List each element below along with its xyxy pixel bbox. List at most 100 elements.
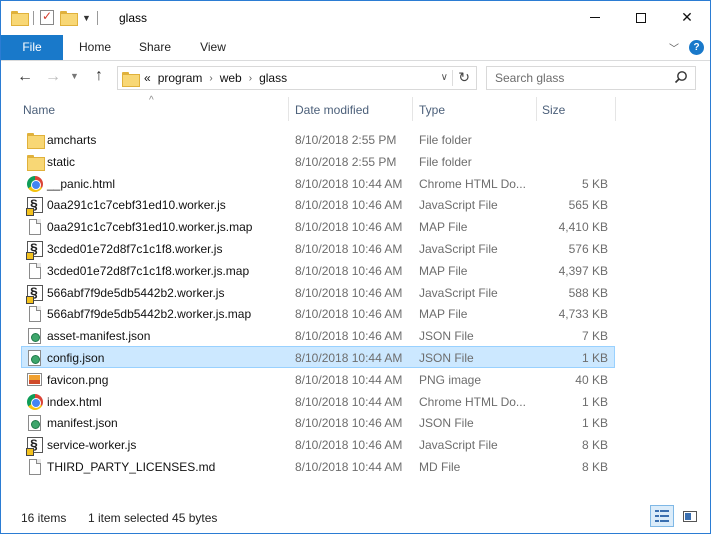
file-explorer-window: ▼ glass ✕ File Home Share View ﹀ ? ← → ▼… [0,0,711,534]
file-size: 7 KB [581,329,608,344]
file-date-modified: 8/10/2018 10:46 AM [295,198,403,213]
file-size: 565 KB [568,198,608,213]
help-icon[interactable]: ? [689,40,704,55]
file-type: PNG image [419,372,482,387]
view-switcher [650,505,702,527]
tab-home[interactable]: Home [67,35,123,60]
column-header-type[interactable]: Type [419,103,445,121]
file-type: JSON File [419,329,474,344]
file-row[interactable]: 0aa291c1c7cebf31ed10.worker.js 8/10/2018 … [21,193,615,217]
file-row[interactable]: 566abf7f9de5db5442b2.worker.js 8/10/2018 … [21,281,615,304]
file-type: JavaScript File [419,438,498,453]
new-folder-icon[interactable] [60,11,78,26]
file-row[interactable]: THIRD_PARTY_LICENSES.md 8/10/2018 10:44 A… [21,455,615,477]
breadcrumb-item-program[interactable]: program [158,71,203,85]
up-arrow-icon[interactable]: ↑ [95,67,103,85]
quick-access-toolbar: ▼ [11,9,98,26]
back-arrow-icon[interactable]: ← [17,68,33,86]
column-divider[interactable] [536,97,537,121]
file-name: static [47,154,76,169]
file-row[interactable]: 3cded01e72d8f7c1c1f8.worker.js 8/10/2018 … [21,237,615,260]
file-name: 3cded01e72d8f7c1c1f8.worker.js.map [47,263,250,278]
file-type: JSON File [419,351,474,365]
file-row[interactable]: static 8/10/2018 2:55 PM File folder [21,150,615,172]
expand-ribbon-chevron-icon[interactable]: ﹀ [669,40,679,55]
folder-icon[interactable] [11,11,29,26]
column-headers: ^ Name Date modified Type Size [1,95,710,125]
file-row[interactable]: index.html 8/10/2018 10:44 AM Chrome HTML … [21,390,615,412]
properties-icon[interactable] [40,9,54,25]
maximize-icon [636,12,646,23]
file-date-modified: 8/10/2018 2:55 PM [295,154,397,169]
file-date-modified: 8/10/2018 10:44 AM [295,176,403,191]
breadcrumb-item-glass[interactable]: glass [259,71,287,85]
details-view-button[interactable] [650,505,674,527]
address-divider [452,70,453,86]
file-row[interactable]: config.json 8/10/2018 10:44 AM JSON File 1 … [21,346,615,368]
minimize-button[interactable] [572,1,618,34]
chevron-right-icon[interactable]: › [249,73,252,84]
breadcrumb-overflow[interactable]: « [144,71,151,85]
tab-file[interactable]: File [1,35,63,60]
file-size: 4,397 KB [558,263,608,278]
column-divider[interactable] [288,97,289,121]
maximize-button[interactable] [618,1,664,34]
search-input[interactable] [487,67,667,89]
file-row[interactable]: 3cded01e72d8f7c1c1f8.worker.js.map 8/10/2… [21,259,615,281]
generic-file-icon [29,306,41,323]
address-bar[interactable]: « program › web › glass ∨ ↻ [117,66,477,90]
file-date-modified: 8/10/2018 10:44 AM [295,372,403,387]
column-divider[interactable] [615,97,616,121]
file-date-modified: 8/10/2018 10:46 AM [295,242,403,256]
file-row[interactable]: __panic.html 8/10/2018 10:44 AM Chrome HTM… [21,172,615,194]
sort-ascending-icon: ^ [149,95,154,106]
file-row[interactable]: 566abf7f9de5db5442b2.worker.js.map 8/10/2… [21,302,615,324]
file-row[interactable]: asset-manifest.json 8/10/2018 10:46 AM JSO… [21,324,615,346]
search-icon[interactable] [674,70,688,84]
column-divider[interactable] [412,97,413,121]
customize-toolbar-dropdown-icon[interactable]: ▼ [82,13,91,23]
column-header-size[interactable]: Size [542,103,565,121]
png-image-icon [27,372,42,386]
tab-share[interactable]: Share [128,35,182,60]
javascript-file-icon [26,196,43,217]
file-type: File folder [419,133,472,147]
large-icons-view-button[interactable] [678,505,702,527]
details-view-icon [655,510,669,522]
file-row[interactable]: manifest.json 8/10/2018 10:46 AM JSON File… [21,411,615,433]
file-name: 0aa291c1c7cebf31ed10.worker.js [47,198,226,213]
search-box[interactable] [486,66,696,90]
file-name: 566abf7f9de5db5442b2.worker.js.map [47,307,252,322]
file-type: MAP File [419,263,468,278]
file-row[interactable]: favicon.png 8/10/2018 10:44 AM PNG image 40… [21,368,615,390]
file-date-modified: 8/10/2018 10:46 AM [295,416,403,431]
minimize-icon [590,17,600,18]
javascript-file-icon [26,240,43,260]
javascript-file-icon [26,436,43,457]
file-date-modified: 8/10/2018 10:46 AM [295,438,403,453]
column-header-date-modified[interactable]: Date modified [295,103,369,121]
file-row[interactable]: service-worker.js 8/10/2018 10:46 AM JavaS… [21,433,615,457]
chrome-icon [27,175,43,192]
breadcrumb: « program › web › glass [144,71,287,85]
folder-icon [27,132,45,149]
file-size: 1 KB [581,351,608,365]
forward-arrow-icon[interactable]: → [45,68,61,86]
javascript-file-icon [26,284,43,304]
breadcrumb-item-web[interactable]: web [220,71,242,85]
column-header-name[interactable]: Name [23,103,55,121]
recent-locations-dropdown-icon[interactable]: ▼ [70,71,79,81]
chevron-right-icon[interactable]: › [209,73,212,84]
tab-view[interactable]: View [187,35,239,60]
file-type: JavaScript File [419,198,498,213]
file-row[interactable]: amcharts 8/10/2018 2:55 PM File folder [21,128,615,150]
file-type: Chrome HTML Do... [419,176,526,191]
file-type: JavaScript File [419,285,498,300]
close-button[interactable]: ✕ [664,1,710,34]
address-history-dropdown-icon[interactable]: ∨ [441,72,448,83]
file-date-modified: 8/10/2018 10:46 AM [295,285,403,300]
refresh-icon[interactable]: ↻ [458,69,470,86]
window-title: glass [119,11,148,25]
file-date-modified: 8/10/2018 10:46 AM [295,307,403,322]
file-row[interactable]: 0aa291c1c7cebf31ed10.worker.js.map 8/10/2… [21,215,615,237]
